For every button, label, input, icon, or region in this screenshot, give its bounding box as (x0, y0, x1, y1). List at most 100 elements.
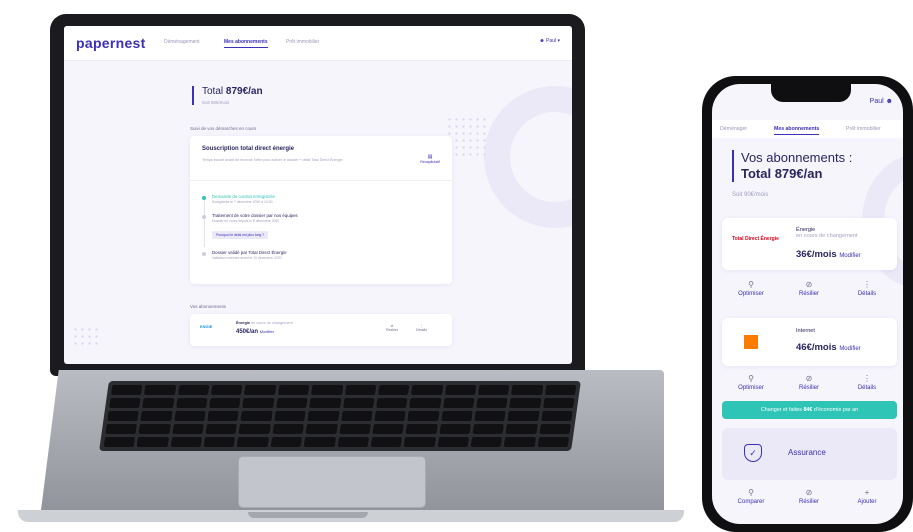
key (140, 411, 173, 421)
key (244, 385, 277, 395)
key (240, 411, 273, 421)
recap-link[interactable]: ▤ Récapitulatif (420, 154, 440, 164)
optimiser-button[interactable]: ⚲ Optimiser (722, 280, 780, 297)
phone-tabs: Déménager Mes abonnements Prêt immobilie… (712, 120, 903, 138)
resilier-button[interactable]: ⊘ Résilier (780, 374, 838, 391)
key (377, 385, 410, 395)
resilier-label: Résilier (798, 385, 819, 391)
subscription-row-energie[interactable]: ENGIE Énergie en cours de changement 450… (190, 314, 452, 346)
phone-screen: Paul ☻ Déménager Mes abonnements Prêt im… (712, 84, 903, 524)
details-label: Détails (416, 328, 427, 332)
banner-suffix: d'économie par an (812, 407, 859, 413)
tab-mes-abonnements[interactable]: Mes abonnements (224, 39, 268, 48)
delay-info-button[interactable]: Pourquoi le délai est plus long ? (212, 231, 269, 239)
total-summary: Total 879€/an Soit 90€/mois (192, 86, 263, 105)
resilier-button[interactable]: ⊘ Résilier (780, 488, 838, 505)
price-value: 450€/an (236, 329, 259, 335)
key (242, 398, 275, 408)
savings-banner[interactable]: Changer et faites 84€ d'économie par an (722, 401, 897, 419)
modify-link[interactable]: Modifier (839, 253, 860, 259)
key (505, 424, 538, 434)
plus-icon: + (864, 488, 870, 497)
ajouter-button[interactable]: + Ajouter (838, 488, 896, 505)
key (277, 385, 310, 395)
resilier-label: Résilier (798, 291, 819, 297)
user-menu[interactable]: ☻ Paul ▾ (539, 38, 560, 44)
user-name: Paul (869, 98, 884, 105)
resilier-button[interactable]: ⊘ Résilier (780, 280, 838, 297)
key (477, 385, 510, 395)
decorative-dots (72, 326, 100, 346)
key (372, 424, 405, 434)
modify-link[interactable]: Modifier (260, 329, 274, 334)
key (272, 424, 305, 434)
details-button[interactable]: ⋮ Détails (838, 280, 896, 297)
timeline-step: Traitement de votre dossier par nos équi… (202, 213, 298, 247)
decorative-dots (446, 116, 488, 158)
subscription-card-internet[interactable]: Internet 46€/mois Modifier (722, 318, 897, 366)
optimiser-button[interactable]: ⚲ Optimiser (722, 374, 780, 391)
key (105, 424, 138, 434)
total-title: Total 879€/an (202, 86, 263, 97)
key (511, 385, 543, 395)
key (207, 411, 240, 421)
category-status: en cours de changement (796, 233, 858, 239)
details-label: Détails (857, 291, 877, 297)
key (542, 398, 575, 408)
tab-mes-abonnements[interactable]: Mes abonnements (774, 126, 820, 135)
key (340, 411, 373, 421)
key (440, 411, 473, 421)
tab-pret-immobilier[interactable]: Prêt immobilier (286, 39, 319, 45)
tab-pret-immobilier[interactable]: Prêt immobilier (846, 126, 881, 132)
papernest-logo[interactable]: papernest (76, 35, 146, 51)
assurance-card[interactable]: ✓ Assurance (722, 428, 897, 480)
laptop-screen: papernest Déménagement Mes abonnements P… (64, 26, 572, 364)
key (407, 411, 440, 421)
details-button[interactable]: ⋮ Détails (416, 324, 427, 332)
resilier-button[interactable]: ⊘ Résilier (386, 324, 398, 332)
recap-label: Récapitulatif (420, 160, 440, 164)
step-date: Validation estimée avant le 10 décembre … (212, 256, 282, 260)
key (409, 398, 442, 408)
key (238, 424, 271, 434)
key (109, 398, 141, 408)
card-actions-energie: ⚲ Optimiser ⊘ Résilier ⋮ Détails (722, 280, 897, 310)
step-title: Demande de contrat enregistrée (212, 194, 275, 199)
key (472, 424, 505, 434)
timeline-step: Demande de contrat enregistrée Enregistr… (202, 194, 298, 220)
tab-demenager[interactable]: Déménager (720, 126, 747, 132)
key (209, 398, 241, 408)
comparer-button[interactable]: ⚲ Comparer (722, 488, 780, 505)
step-title: Dossier validé par Total Direct Énergie (212, 250, 287, 255)
subscription-category: Énergie en cours de changement (236, 321, 293, 325)
key (307, 411, 340, 421)
cancel-icon: ⊘ (805, 374, 813, 383)
modify-link[interactable]: Modifier (839, 346, 860, 352)
details-button[interactable]: ⋮ Détails (838, 374, 896, 391)
top-nav: papernest Déménagement Mes abonnements P… (64, 26, 572, 61)
key (275, 398, 308, 408)
key (337, 437, 369, 447)
key (311, 385, 343, 395)
chevron-down-icon: ▾ (557, 38, 560, 44)
key (344, 385, 377, 395)
key (170, 437, 203, 447)
key (509, 398, 542, 408)
key (303, 437, 336, 447)
subscriptions-label: Vos abonnements (190, 304, 227, 309)
user-name: Paul (546, 38, 557, 44)
laptop-keyboard (99, 381, 581, 451)
timeline-connector (203, 219, 205, 247)
subscription-card-energie[interactable]: Total Direct Énergie Énergie en cours de … (722, 218, 897, 270)
assurance-label: Assurance (788, 448, 826, 457)
key (205, 424, 238, 434)
key (444, 385, 477, 395)
key (342, 398, 375, 408)
comparer-label: Comparer (737, 499, 765, 505)
total-amount: Total 879€/an (741, 166, 823, 181)
subscription-price: 450€/an Modifier (236, 329, 274, 335)
phone-user-menu[interactable]: Paul ☻ (870, 98, 893, 105)
total-subtitle: Soit 90€/mois (202, 100, 230, 105)
tab-demenagement[interactable]: Déménagement (164, 39, 200, 45)
banner-text: Changer et faites (760, 407, 804, 413)
